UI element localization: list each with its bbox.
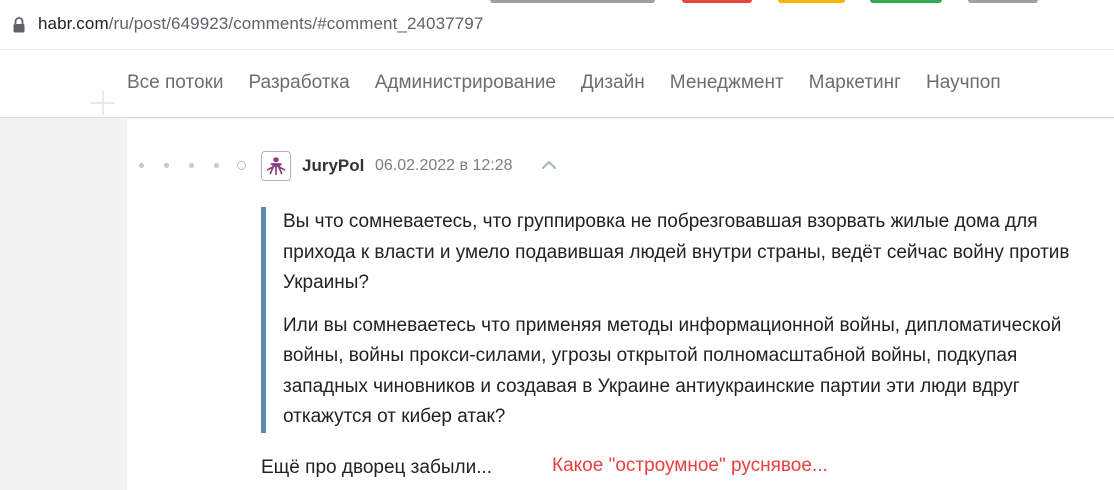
comment-area: JuryPol 06.02.2022 в 12:28 Вы что сомнев… [127, 119, 1114, 490]
tab-stripe [968, 0, 1038, 3]
red-annotation: Какое "остроумное" руснявое... [552, 455, 828, 476]
browser-address-bar[interactable]: habr.com/ru/post/649923/comments/#commen… [0, 0, 1114, 50]
tab-stripe [870, 0, 942, 3]
quoted-text: Вы что сомневаетесь, что группировка не … [261, 207, 1101, 433]
thread-dot [139, 163, 144, 168]
url-host: habr.com [38, 14, 109, 33]
url-path: /ru/post/649923/comments/#comment_240377… [108, 14, 484, 33]
quote-paragraph: Или вы сомневаетесь что применяя методы … [283, 314, 1062, 428]
nav-item-all-flows[interactable]: Все потоки [127, 72, 223, 94]
nav-item-management[interactable]: Менеджмент [670, 72, 784, 94]
nav-item-administration[interactable]: Администрирование [375, 72, 556, 94]
tab-stripe [778, 0, 845, 3]
thread-current-ring[interactable] [237, 161, 246, 170]
comment-header: JuryPol 06.02.2022 в 12:28 [127, 149, 727, 183]
nav-item-design[interactable]: Дизайн [581, 72, 645, 94]
comment-reply-text: Ещё про дворец забыли... [261, 457, 493, 478]
nav-item-development[interactable]: Разработка [248, 72, 349, 94]
thread-dot [164, 163, 169, 168]
quote-paragraph: Вы что сомневаетесь, что группировка не … [283, 211, 1070, 293]
thread-level-dots [139, 161, 246, 170]
tab-stripe [490, 0, 655, 3]
chevron-up-icon[interactable] [540, 158, 558, 172]
lock-icon[interactable] [12, 16, 26, 34]
nav-list: Все потоки Разработка Администрирование … [127, 72, 1026, 94]
site-navigation: Все потоки Разработка Администрирование … [0, 50, 1114, 118]
thread-dot [214, 163, 219, 168]
tab-stripe [682, 0, 752, 3]
nav-item-marketing[interactable]: Маркетинг [809, 72, 901, 94]
url-text[interactable]: habr.com/ru/post/649923/comments/#commen… [38, 14, 483, 34]
nav-item-popsci[interactable]: Научпоп [926, 72, 1001, 94]
thread-dot [189, 163, 194, 168]
plus-icon [91, 91, 115, 115]
comment-datetime[interactable]: 06.02.2022 в 12:28 [375, 157, 513, 175]
avatar[interactable] [261, 151, 291, 181]
comment-username[interactable]: JuryPol [302, 156, 364, 176]
